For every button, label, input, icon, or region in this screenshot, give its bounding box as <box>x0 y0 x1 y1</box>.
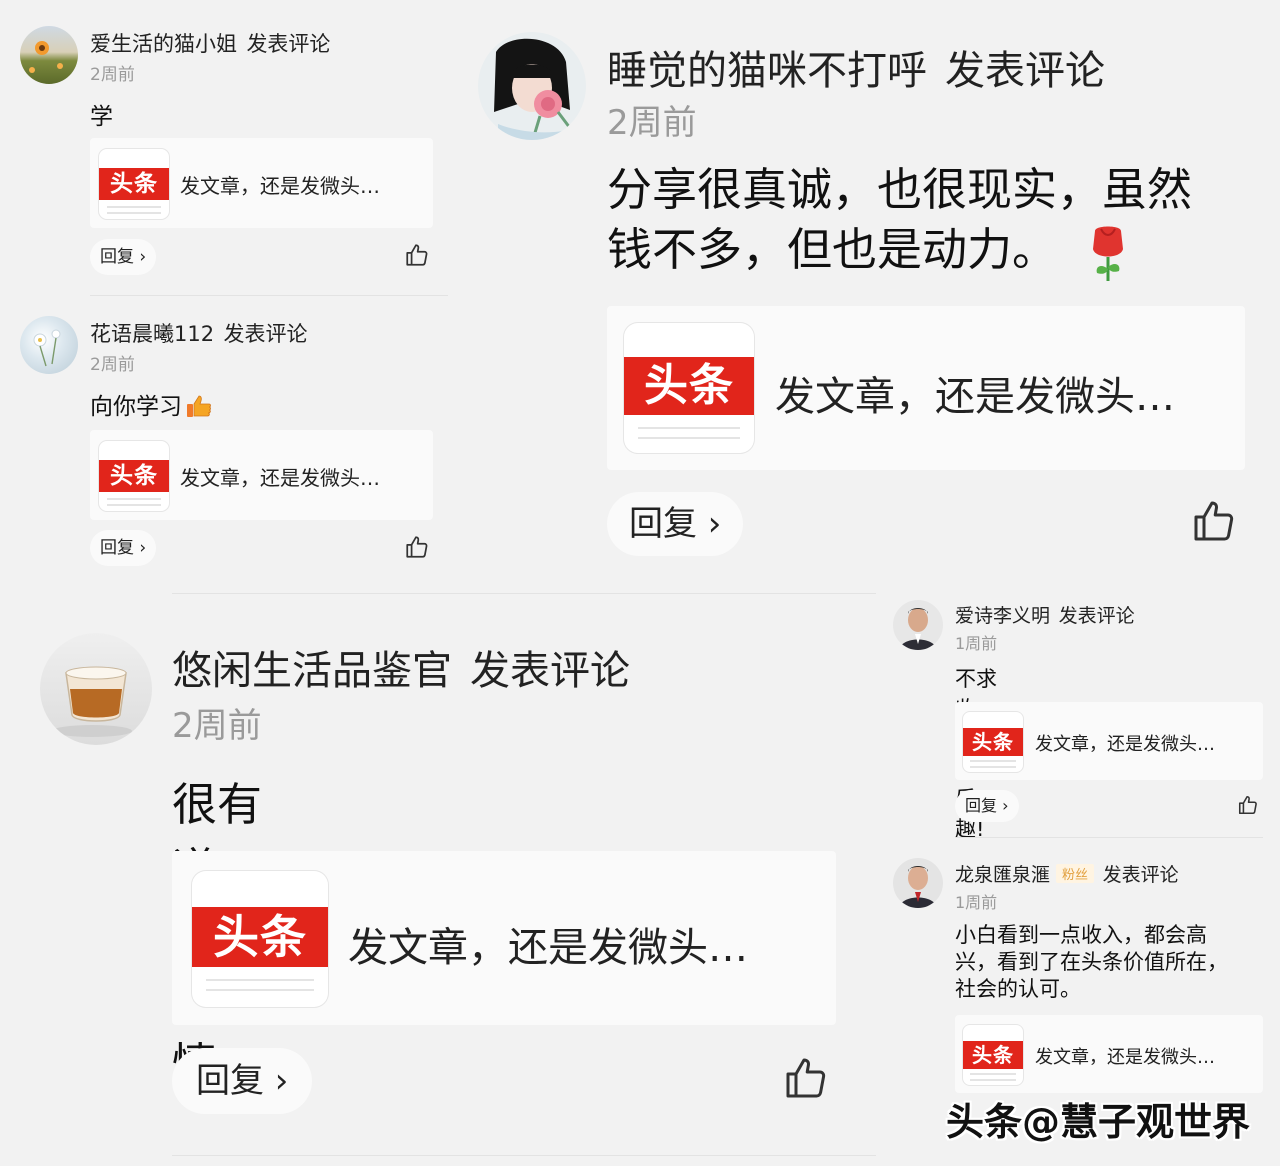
comment-time: 2周前 <box>90 355 135 375</box>
comment-action: 发表评论 <box>1058 605 1135 627</box>
username[interactable]: 悠闲生活品鉴官 <box>172 648 452 694</box>
rose-emoji-icon <box>1093 226 1124 281</box>
comment-time: 1周前 <box>955 634 998 653</box>
comment-header: 花语晨曦112 发表评论 <box>90 318 308 348</box>
comment-text-line: 小白看到一点收入，都会高 <box>955 923 1207 947</box>
toutiao-app-icon: 头条 <box>963 712 1023 772</box>
username[interactable]: 睡觉的猫咪不打呼 <box>607 48 927 94</box>
comment-time: 2周前 <box>90 65 135 85</box>
thumbs-up-icon[interactable] <box>1237 794 1259 816</box>
thumbs-up-emoji-icon <box>187 395 211 417</box>
comment-text-line: 钱不多，但也是动力。 <box>607 220 1192 283</box>
comment-header: 爱诗李义明 发表评论 <box>955 601 1135 628</box>
comment-text: 向你学习 <box>90 394 182 420</box>
girl-with-rose-avatar[interactable] <box>478 32 586 140</box>
article-link-card[interactable]: 头条 发文章，还是发微头… <box>172 851 836 1025</box>
thumbs-up-icon[interactable] <box>404 242 430 268</box>
article-link-card[interactable]: 头条 发文章，还是发微头… <box>90 138 433 228</box>
article-link-title: 发文章，还是发微头… <box>1035 1047 1215 1068</box>
divider <box>90 295 448 296</box>
reply-button[interactable]: 回复 › <box>90 530 157 566</box>
fans-badge: 粉丝 <box>1056 864 1095 883</box>
article-link-title: 发文章，还是发微头… <box>180 466 380 490</box>
comment-action: 发表评论 <box>1102 864 1179 886</box>
comment-body: 向你学习 <box>90 387 212 421</box>
girl-portrait-icon <box>494 38 578 140</box>
comment-action: 发表评论 <box>470 648 630 694</box>
thumbs-up-icon[interactable] <box>782 1054 830 1102</box>
toutiao-app-icon: 头条 <box>192 871 328 1007</box>
comment-text: 钱不多，但也是动力。 <box>607 223 1058 276</box>
watermark: 头条@慧子观世界 <box>945 1100 1250 1144</box>
article-link-title: 发文章，还是发微头… <box>180 174 380 198</box>
username[interactable]: 爱生活的猫小姐 <box>90 32 237 56</box>
comment-action: 发表评论 <box>945 48 1105 94</box>
comment-text-line: 兴，看到了在头条价值所在， <box>955 950 1228 974</box>
article-link-card[interactable]: 头条 发文章，还是发微头… <box>607 306 1245 470</box>
divider <box>172 593 876 594</box>
comment-body: 小白看到一点收入，都会高 兴，看到了在头条价值所在， 社会的认可。 <box>955 922 1228 1003</box>
comment-action: 发表评论 <box>246 32 331 56</box>
divider <box>172 1155 876 1156</box>
thumbs-up-icon[interactable] <box>404 534 430 560</box>
thumbs-up-icon[interactable] <box>1190 497 1238 545</box>
person-icon <box>899 608 937 650</box>
tea-cup-avatar[interactable] <box>40 633 152 745</box>
white-flower-avatar[interactable] <box>20 316 78 374</box>
comment-time: 2周前 <box>172 706 262 746</box>
article-link-card[interactable]: 头条 发文章，还是发微头… <box>955 1015 1263 1093</box>
comment-time: 1周前 <box>955 893 998 912</box>
comment-time: 2周前 <box>607 103 697 143</box>
toutiao-app-icon: 头条 <box>99 149 169 219</box>
article-link-title: 发文章，还是发微头… <box>775 374 1175 420</box>
reply-button[interactable]: 回复 › <box>90 239 157 275</box>
reply-button[interactable]: 回复 › <box>172 1048 313 1114</box>
comment-header: 睡觉的猫咪不打呼 发表评论 <box>607 38 1105 96</box>
toutiao-app-icon: 头条 <box>624 323 754 453</box>
comment-text-line: 分享很真诚，也很现实，虽然 <box>607 163 1193 216</box>
flower-icon <box>33 329 61 367</box>
toutiao-app-icon: 头条 <box>99 441 169 511</box>
comment-header: 龙泉匯泉滙 粉丝 发表评论 <box>955 860 1179 887</box>
tea-cup-icon <box>52 666 132 737</box>
toutiao-app-icon: 头条 <box>963 1025 1023 1085</box>
article-link-title: 发文章，还是发微头… <box>348 925 748 971</box>
username[interactable]: 龙泉匯泉滙 <box>955 864 1050 886</box>
article-link-card[interactable]: 头条 发文章，还是发微头… <box>955 702 1263 780</box>
reply-button[interactable]: 回复 › <box>955 790 1019 822</box>
flower-field-avatar[interactable] <box>20 26 78 84</box>
username[interactable]: 爱诗李义明 <box>955 605 1050 627</box>
article-link-title: 发文章，还是发微头… <box>1035 734 1215 755</box>
username[interactable]: 花语晨曦112 <box>90 322 214 346</box>
comment-body: 分享很真诚，也很现实，虽然 钱不多，但也是动力。 <box>607 160 1192 283</box>
comment-action: 发表评论 <box>223 322 308 346</box>
person-icon <box>899 866 937 908</box>
comment-text-line: 社会的认可。 <box>955 977 1081 1001</box>
man-portrait-avatar[interactable] <box>893 858 943 908</box>
comment-header: 悠闲生活品鉴官 发表评论 <box>172 638 630 696</box>
flower-icon <box>29 41 63 73</box>
article-link-card[interactable]: 头条 发文章，还是发微头… <box>90 430 433 520</box>
comment-header: 爱生活的猫小姐 发表评论 <box>90 28 330 58</box>
reply-button[interactable]: 回复 › <box>607 492 744 556</box>
man-portrait-avatar[interactable] <box>893 600 943 650</box>
divider <box>955 837 1263 838</box>
